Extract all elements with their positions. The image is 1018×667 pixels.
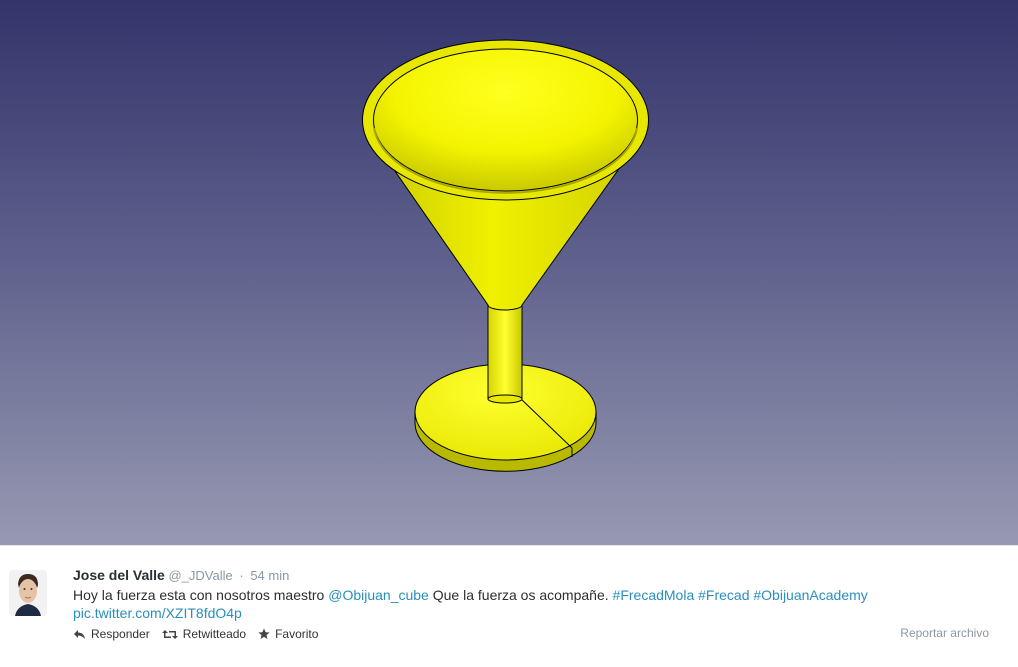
cup-3d-model xyxy=(362,39,649,472)
avatar[interactable] xyxy=(9,570,47,616)
hashtag-frecad[interactable]: #Frecad xyxy=(698,587,749,603)
embedded-image-freecad-cup[interactable] xyxy=(0,0,1018,545)
reply-label: Responder xyxy=(91,627,150,641)
tweet-actions: Responder Retwitteado Favorito xyxy=(73,627,318,641)
favorite-button[interactable]: Favorito xyxy=(258,627,318,641)
author-name[interactable]: Jose del Valle xyxy=(73,567,165,583)
retweet-label: Retwitteado xyxy=(182,627,247,641)
report-link[interactable]: Reportar archivo xyxy=(900,626,989,640)
mention-link[interactable]: @Obijuan_cube xyxy=(328,587,429,603)
avatar-face-icon xyxy=(9,570,47,616)
separator-dot: · xyxy=(239,568,244,583)
star-icon xyxy=(258,628,270,639)
tweet-text-prefix: Hoy la fuerza esta con nosotros maestro xyxy=(73,587,329,603)
tweet-text-middle: Que la fuerza os acompañe. xyxy=(428,587,613,603)
author-handle[interactable]: @_JDValle xyxy=(168,568,232,583)
cup-stem xyxy=(487,304,523,404)
retweet-button[interactable]: Retwitteado xyxy=(161,627,247,641)
pic-link[interactable]: pic.twitter.com/XZIT8fdO4p xyxy=(73,605,242,621)
hashtag-obijuanacademy[interactable]: #ObijuanAcademy xyxy=(753,587,867,603)
timestamp[interactable]: 54 min xyxy=(250,568,289,583)
tweet-text: Hoy la fuerza esta con nosotros maestro … xyxy=(73,586,973,622)
tweet-header: Jose del Valle @_JDValle · 54 min xyxy=(73,567,289,583)
hashtag-frecadmola[interactable]: #FrecadMola xyxy=(613,587,695,603)
tweet-card: Jose del Valle @_JDValle · 54 min Hoy la… xyxy=(0,545,1018,667)
reply-icon xyxy=(74,629,85,639)
favorite-label: Favorito xyxy=(275,627,319,641)
reply-button[interactable]: Responder xyxy=(73,627,150,641)
retweet-icon xyxy=(161,629,178,639)
cup-bowl xyxy=(362,39,649,311)
